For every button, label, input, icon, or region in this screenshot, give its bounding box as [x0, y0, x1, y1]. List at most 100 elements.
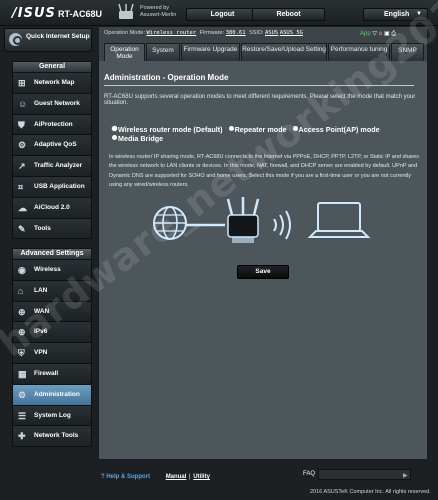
- help-support-label: Help & Support: [106, 474, 151, 480]
- sidebar-item-tools[interactable]: ✎ Tools: [12, 218, 92, 240]
- sidebar-item-label: Wireless: [34, 266, 61, 273]
- tab-restore-save-upload[interactable]: Restore/Save/Upload Setting: [241, 43, 327, 61]
- mode-option-wireless-router[interactable]: Wireless router mode (Default): [112, 125, 223, 134]
- op-mode-link[interactable]: Wireless router: [147, 30, 197, 36]
- sidebar-item-wan[interactable]: ⊕ WAN: [12, 301, 92, 323]
- sidebar-item-vpn[interactable]: ⛨ VPN: [12, 343, 92, 364]
- sidebar-item-label: AiCloud 2.0: [34, 203, 70, 211]
- network-status-icon[interactable]: ▣: [384, 31, 390, 37]
- status-line: Operation Mode: Wireless router Firmware…: [104, 30, 303, 36]
- sidebar-item-adaptive-qos[interactable]: ⚙ Adaptive QoS: [12, 135, 92, 157]
- quick-internet-setup-button[interactable]: Quick Internet Setup: [4, 28, 92, 52]
- mode-description: In wireless router/ IP sharing mode, RT-…: [109, 154, 419, 188]
- wireless-icon: ◉: [18, 265, 26, 275]
- logout-button[interactable]: Logout: [186, 8, 259, 21]
- sidebar-item-network-tools[interactable]: ✚ Network Tools: [12, 426, 92, 448]
- sidebar-item-label: Administration: [34, 390, 80, 398]
- sidebar-item-administration[interactable]: ⚙ Administration: [12, 384, 92, 406]
- usb-status-icon[interactable]: ⌂: [379, 31, 383, 37]
- page-intro: RT-AC68U supports several operation mode…: [104, 94, 416, 106]
- vpn-icon: ⛨: [18, 348, 25, 359]
- radio-icon[interactable]: [292, 126, 298, 131]
- administration-icon: ⚙: [18, 389, 27, 400]
- router-device-icon: [226, 197, 260, 243]
- radio-checked-icon[interactable]: [112, 126, 117, 131]
- router-icon: [118, 3, 134, 19]
- firewall-icon: ▦: [18, 368, 27, 379]
- firmware-label: Firmware:: [199, 30, 225, 36]
- powered-by: Powered by Asuswrt-Merlin: [140, 5, 176, 19]
- sidebar-item-guest-network[interactable]: ☺ Guest Network: [12, 93, 92, 115]
- content-area: [99, 61, 427, 459]
- sidebar-item-aiprotection[interactable]: ⛊ AiProtection: [12, 114, 92, 136]
- tab-performance-tuning[interactable]: Performance tuning: [328, 43, 390, 61]
- mode-option-access-point[interactable]: Access Point(AP) mode: [292, 125, 380, 134]
- save-button[interactable]: Save: [237, 265, 289, 279]
- divider: [104, 85, 414, 86]
- sidebar-item-lan[interactable]: ⌂ LAN: [12, 280, 92, 302]
- faq-search-input[interactable]: [318, 469, 411, 480]
- chevron-down-icon: ▼: [416, 11, 422, 17]
- tab-snmp[interactable]: SNMP: [391, 43, 424, 61]
- quick-setup-label: Quick Internet Setup: [26, 33, 90, 40]
- ssid-2g-link[interactable]: ASUS: [265, 30, 278, 36]
- sidebar-item-aicloud-2-0[interactable]: ☁ AiCloud 2.0: [12, 197, 92, 219]
- sidebar-item-label: Adaptive QoS: [34, 141, 77, 149]
- status-icons: App ▽ ⌂ ▣ ⎙: [360, 30, 396, 38]
- sidebar-item-label: AiProtection: [34, 120, 73, 128]
- printer-icon[interactable]: ⎙: [391, 31, 396, 37]
- footer-separator: |: [189, 474, 191, 480]
- sidebar-item-label: Network Map: [34, 79, 75, 86]
- radio-icon[interactable]: [228, 126, 234, 131]
- sidebar-item-label: Network Tools: [34, 432, 79, 440]
- tab-system[interactable]: System: [146, 43, 180, 61]
- mode-option-media-bridge[interactable]: Media Bridge: [112, 134, 163, 143]
- mode-label: Access Point(AP) mode: [298, 125, 380, 134]
- page-title: Administration - Operation Mode: [104, 73, 229, 82]
- sidebar-item-label: Guest Network: [34, 99, 80, 107]
- sidebar-item-usb-application[interactable]: ⌗ USB Application: [12, 176, 92, 198]
- sidebar-item-network-map[interactable]: ⊞ Network Map: [12, 73, 92, 94]
- globe-icon: ⊕: [18, 306, 26, 317]
- sidebar-item-ipv6[interactable]: ⊕ IPv6: [12, 322, 92, 344]
- mode-option-repeater[interactable]: Repeater mode: [228, 125, 287, 134]
- language-value: English: [384, 11, 410, 18]
- sidebar-item-wireless[interactable]: ◉ Wireless: [12, 260, 92, 281]
- sidebar-item-label: LAN: [34, 286, 48, 294]
- utility-link[interactable]: Utility: [193, 474, 210, 480]
- ssid-5g-link[interactable]: ASUS_5G: [280, 30, 303, 36]
- mode-label: Media Bridge: [118, 134, 164, 143]
- app-label[interactable]: App: [360, 31, 371, 37]
- sidebar-item-firewall[interactable]: ▦ Firewall: [12, 363, 92, 385]
- sidebar-item-traffic-analyzer[interactable]: ↗ Traffic Analyzer: [12, 156, 92, 177]
- ssid-label: SSID:: [249, 30, 264, 36]
- tools-icon: ✎: [18, 223, 26, 234]
- radio-icon[interactable]: [112, 135, 117, 140]
- traffic-analyzer-icon: ↗: [18, 161, 26, 172]
- network-tools-icon: ✚: [18, 431, 26, 442]
- tab-operation-mode[interactable]: Operation Mode: [104, 43, 145, 61]
- qos-icon: ⚙: [18, 140, 27, 151]
- advanced-section-header: Advanced Settings: [12, 248, 92, 260]
- manual-link[interactable]: Manual: [166, 474, 187, 480]
- search-go-icon[interactable]: ▶: [403, 472, 408, 479]
- language-select[interactable]: English ▼: [363, 8, 428, 21]
- lan-icon: ⌂: [18, 285, 24, 296]
- wifi-icon[interactable]: ▽: [372, 31, 377, 37]
- powered-by-label: Powered by: [140, 5, 170, 11]
- help-icon: ?: [101, 474, 105, 480]
- sidebar-item-label: WAN: [34, 307, 50, 315]
- tab-firmware-upgrade[interactable]: Firmware Upgrade: [181, 43, 240, 61]
- firmware-name: Asuswrt-Merlin: [140, 12, 177, 18]
- cloud-icon: ☁: [18, 202, 27, 213]
- firmware-link[interactable]: 380.61: [226, 30, 246, 36]
- copyright: 2016 ASUSTeK Computer Inc. All rights re…: [310, 489, 431, 495]
- sidebar-item-system-log[interactable]: ☰ System Log: [12, 405, 92, 427]
- sidebar-item-label: Firewall: [34, 369, 59, 377]
- guest-network-icon: ☺: [18, 98, 28, 109]
- network-map-icon: ⊞: [18, 78, 26, 88]
- reboot-button[interactable]: Reboot: [252, 8, 325, 21]
- asus-logo: /ISUS: [12, 6, 56, 21]
- wifi-signal-icon: [273, 210, 291, 240]
- general-section-header: General: [12, 61, 92, 73]
